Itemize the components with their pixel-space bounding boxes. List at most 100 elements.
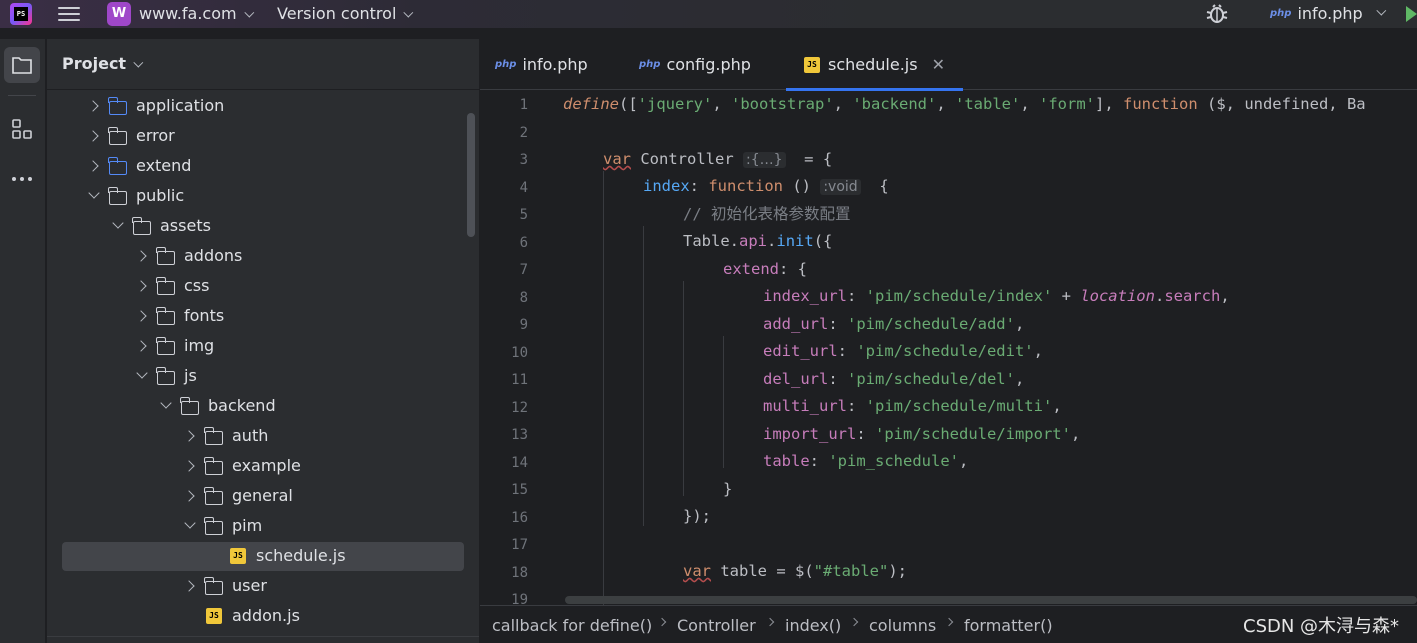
tree-item-addons[interactable]: addons	[47, 241, 479, 271]
main-menu-icon[interactable]	[58, 3, 80, 25]
tree-item-user[interactable]: user	[47, 571, 479, 601]
tree-item-extend[interactable]: extend	[47, 151, 479, 181]
folder-icon	[204, 517, 223, 535]
tree-item-public[interactable]: public	[47, 181, 479, 211]
tree-item-label: auth	[232, 426, 269, 445]
chevron-right-icon[interactable]	[87, 100, 99, 112]
folder-icon	[204, 457, 223, 475]
phpstorm-logo-icon[interactable]: PS	[10, 3, 32, 25]
horizontal-scrollbar[interactable]	[565, 596, 1417, 604]
line-number: 5	[519, 207, 528, 223]
project-badge[interactable]: W	[107, 2, 131, 26]
tree-item-label: img	[184, 336, 215, 355]
tree-item-backend[interactable]: backend	[47, 391, 479, 421]
editor-area: php info.php php config.php JS schedule.…	[480, 39, 1417, 643]
project-selector[interactable]: www.fa.com	[139, 4, 254, 23]
tree-item-error[interactable]: error	[47, 121, 479, 151]
line-number-gutter: 1 2 3 4 5 6 7 8 9 10 11 12 13 14 15 16 17 18 19	[480, 91, 560, 608]
tree-item-general[interactable]: general	[47, 481, 479, 511]
code-line-18: var table = $("#table");	[683, 562, 907, 580]
code-area[interactable]: define(['jquery', 'bootstrap', 'backend'…	[563, 91, 1417, 605]
chevron-down-icon[interactable]	[112, 217, 124, 229]
folder-icon	[156, 247, 175, 265]
chevron-down-icon[interactable]	[88, 187, 100, 199]
chevron-right-icon[interactable]	[87, 130, 99, 142]
panel-bottom-border	[47, 636, 479, 637]
tab-schedule-js[interactable]: JS schedule.js ✕	[786, 39, 963, 91]
chevron-down-icon	[1376, 5, 1386, 16]
breadcrumb-item[interactable]: index()	[785, 616, 841, 635]
folder-icon	[180, 397, 199, 415]
tool-window-strip	[0, 39, 46, 643]
project-panel-header[interactable]: Project	[62, 54, 144, 73]
tree-item-addon-js[interactable]: JS addon.js	[47, 601, 479, 631]
chevron-right-icon[interactable]	[135, 250, 147, 262]
panel-divider	[47, 89, 479, 90]
line-number: 14	[511, 454, 528, 471]
line-number: 11	[511, 372, 528, 388]
project-folder-icon[interactable]	[4, 47, 40, 83]
chevron-right-icon[interactable]	[135, 280, 147, 292]
indent-guide	[643, 226, 644, 526]
php-file-icon: php	[495, 59, 517, 70]
tree-item-css[interactable]: css	[47, 271, 479, 301]
folder-icon	[108, 127, 127, 145]
indent-guide	[723, 336, 724, 468]
tab-label: schedule.js	[828, 55, 918, 74]
breadcrumb-item[interactable]: Controller	[677, 616, 756, 635]
chevron-right-icon[interactable]	[135, 340, 147, 352]
run-configuration-selector[interactable]: php info.php	[1270, 4, 1386, 23]
code-line-9: add_url: 'pim/schedule/add',	[763, 315, 1025, 333]
line-number: 2	[519, 124, 528, 141]
folder-icon	[156, 367, 175, 385]
breadcrumb-item[interactable]: columns	[869, 616, 936, 635]
chevron-right-icon	[944, 617, 954, 627]
tree-item-application[interactable]: application	[47, 91, 479, 121]
tree-item-label: error	[136, 126, 175, 145]
folder-icon	[108, 187, 127, 205]
folder-icon	[204, 487, 223, 505]
code-line-5: // 初始化表格参数配置	[683, 205, 851, 223]
more-icon[interactable]	[4, 161, 40, 197]
tab-config-php[interactable]: php config.php	[639, 39, 751, 90]
run-config-name: info.php	[1297, 4, 1363, 23]
tree-item-fonts[interactable]: fonts	[47, 301, 479, 331]
watermark-text: CSDN @木浔与森*	[1243, 616, 1400, 637]
tab-label: config.php	[666, 55, 751, 74]
line-number: 12	[511, 399, 528, 416]
chevron-right-icon[interactable]	[87, 160, 99, 172]
tree-item-label: addons	[184, 246, 243, 265]
code-line-15: }	[723, 480, 733, 498]
version-control-menu[interactable]: Version control	[277, 4, 414, 23]
tree-item-label: pim	[232, 516, 263, 535]
code-line-12: multi_url: 'pim/schedule/multi',	[763, 397, 1062, 415]
structure-icon[interactable]	[4, 111, 40, 147]
folder-icon	[204, 577, 223, 595]
chevron-right-icon[interactable]	[183, 460, 195, 472]
tree-item-assets[interactable]: assets	[47, 211, 479, 241]
breadcrumb-item[interactable]: callback for define()	[492, 616, 652, 635]
folder-icon	[108, 97, 127, 115]
chevron-right-icon[interactable]	[183, 430, 195, 442]
chevron-down-icon[interactable]	[160, 397, 172, 409]
line-number: 10	[511, 344, 528, 361]
tab-info-php[interactable]: php info.php	[495, 39, 588, 90]
indent-guide	[683, 281, 684, 496]
close-icon[interactable]: ✕	[932, 55, 945, 74]
tree-item-example[interactable]: example	[47, 451, 479, 481]
run-icon[interactable]	[1406, 6, 1417, 22]
chevron-right-icon[interactable]	[183, 580, 195, 592]
chevron-right-icon[interactable]	[135, 310, 147, 322]
tree-item-js[interactable]: js	[47, 361, 479, 391]
debug-bug-icon[interactable]	[1205, 2, 1229, 26]
chevron-right-icon[interactable]	[183, 490, 195, 502]
chevron-down-icon[interactable]	[184, 517, 196, 529]
chevron-down-icon[interactable]	[136, 367, 148, 379]
tree-scrollbar[interactable]	[467, 113, 475, 237]
tree-item-auth[interactable]: auth	[47, 421, 479, 451]
tree-item-pim[interactable]: pim	[47, 511, 479, 541]
tree-item-img[interactable]: img	[47, 331, 479, 361]
breadcrumb-item[interactable]: formatter()	[964, 616, 1053, 635]
tree-item-schedule-js[interactable]: JS schedule.js	[47, 541, 479, 571]
tree-item-label: addon.js	[232, 606, 300, 625]
